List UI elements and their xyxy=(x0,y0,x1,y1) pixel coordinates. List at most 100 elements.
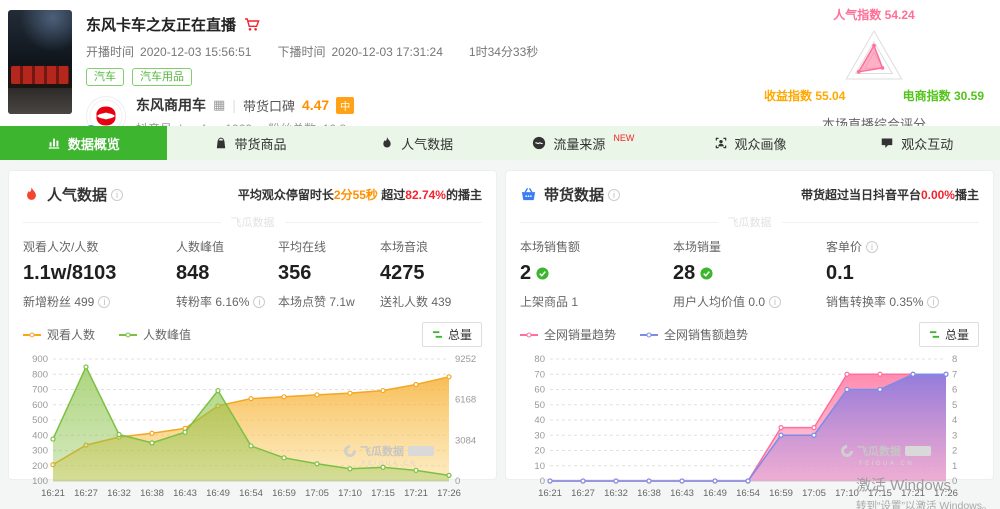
panel-summary: 平均观众停留时长2分55秒 超过82.74%的播主 xyxy=(238,186,482,203)
basket-icon xyxy=(520,186,537,203)
check-icon xyxy=(700,267,713,280)
new-badge: NEW xyxy=(613,133,634,143)
popularity-trend-chart[interactable]: 1002003004005006007008009000308461689252… xyxy=(17,349,489,503)
tab-goods[interactable]: 带货商品 xyxy=(167,126,334,160)
svg-text:17:21: 17:21 xyxy=(404,488,428,499)
svg-text:6168: 6168 xyxy=(455,395,476,406)
svg-text:16:32: 16:32 xyxy=(107,488,131,499)
svg-text:200: 200 xyxy=(32,461,48,472)
info-icon[interactable] xyxy=(111,189,123,201)
radar-chart xyxy=(814,25,934,91)
svg-text:1: 1 xyxy=(952,461,957,472)
stat-label: 本场销量 xyxy=(673,238,826,255)
koubei-label: 带货口碑 xyxy=(243,96,295,115)
svg-text:16:54: 16:54 xyxy=(736,488,760,499)
radar-metric-value: 55.04 xyxy=(815,89,845,103)
svg-text:17:15: 17:15 xyxy=(371,488,395,499)
windows-activation-watermark: 激活 Windows 转到“设置”以激活 Windows。 xyxy=(856,474,993,509)
svg-text:3: 3 xyxy=(952,430,957,441)
end-time-label: 下播时间 xyxy=(277,43,325,60)
legend-item[interactable]: 全网销量趋势 xyxy=(520,326,616,343)
tab-popularity[interactable]: 人气数据 xyxy=(333,126,500,160)
svg-text:16:27: 16:27 xyxy=(571,488,595,499)
tab-audience[interactable]: 观众画像 xyxy=(667,126,834,160)
stream-thumbnail xyxy=(8,10,72,114)
koubei-score: 4.47 xyxy=(302,97,329,113)
svg-text:16:59: 16:59 xyxy=(272,488,296,499)
svg-text:80: 80 xyxy=(534,354,545,365)
svg-text:60: 60 xyxy=(534,385,545,396)
radar-metric-value: 30.59 xyxy=(954,89,984,103)
svg-text:16:21: 16:21 xyxy=(41,488,65,499)
stat-label: 本场音浪 xyxy=(380,238,482,255)
svg-text:16:38: 16:38 xyxy=(140,488,164,499)
info-icon[interactable] xyxy=(98,296,110,308)
flame-icon xyxy=(23,186,40,203)
stat-value: 356 xyxy=(278,262,380,285)
svg-text:30: 30 xyxy=(534,430,545,441)
qr-code-icon[interactable]: ▦ xyxy=(213,97,225,113)
thumbnail-road xyxy=(8,88,72,114)
svg-text:8: 8 xyxy=(952,354,957,365)
legend-label: 全网销量趋势 xyxy=(544,326,616,343)
stat-column: 平均在线356本场点赞 7.1w xyxy=(278,238,380,310)
legend-marker-icon xyxy=(23,334,41,336)
svg-text:16:43: 16:43 xyxy=(670,488,694,499)
svg-text:16:54: 16:54 xyxy=(239,488,263,499)
koubei-level-badge: 中 xyxy=(336,97,354,114)
svg-text:16:32: 16:32 xyxy=(604,488,628,499)
stat-value: 0.1 xyxy=(826,262,979,285)
legend-label: 全网销售额趋势 xyxy=(664,326,748,343)
traffic-icon xyxy=(532,136,546,150)
total-toggle-icon xyxy=(929,329,940,340)
svg-text:7: 7 xyxy=(952,369,957,380)
total-toggle-button[interactable]: 总量 xyxy=(422,322,482,347)
tab-traffic[interactable]: 流量来源NEW xyxy=(500,126,667,160)
svg-text:17:10: 17:10 xyxy=(338,488,362,499)
info-icon[interactable] xyxy=(253,296,265,308)
end-time-value: 2020-12-03 17:31:24 xyxy=(331,45,442,59)
cart-icon xyxy=(244,17,260,32)
tab-overview[interactable]: 数据概览 xyxy=(0,126,167,160)
legend-label: 观看人数 xyxy=(47,326,95,343)
page-title: 东风卡车之友正在直播 xyxy=(86,14,236,35)
svg-text:17:10: 17:10 xyxy=(835,488,859,499)
legend-item[interactable]: 观看人数 xyxy=(23,326,95,343)
overall-score-radar: 人气指数 54.24 收益指数 55.04 电商指数 30.59 本场直播综合评… xyxy=(764,6,984,133)
series-area xyxy=(550,374,946,481)
thumbnail-sky xyxy=(8,10,72,50)
stat-sub: 送礼人数 439 xyxy=(380,293,482,310)
svg-text:800: 800 xyxy=(32,369,48,380)
stat-sub: 上架商品 1 xyxy=(520,293,673,310)
stat-label: 本场销售额 xyxy=(520,238,673,255)
svg-text:16:43: 16:43 xyxy=(173,488,197,499)
category-tag[interactable]: 汽车 xyxy=(86,68,124,86)
stat-sub: 转粉率 6.16% xyxy=(176,293,278,310)
tab-label: 观众画像 xyxy=(735,134,787,153)
stat-value: 4275 xyxy=(380,262,482,285)
svg-text:16:59: 16:59 xyxy=(769,488,793,499)
svg-text:500: 500 xyxy=(32,415,48,426)
stat-label: 平均在线 xyxy=(278,238,380,255)
legend-item[interactable]: 全网销售额趋势 xyxy=(640,326,748,343)
account-name[interactable]: 东风商用车 xyxy=(136,95,206,115)
radar-metric-label: 电商指数 xyxy=(903,89,951,103)
stat-value: 1.1w/8103 xyxy=(23,262,176,285)
tab-label: 带货商品 xyxy=(235,134,287,153)
svg-text:70: 70 xyxy=(534,369,545,380)
chart-legend: 全网销量趋势 全网销售额趋势 xyxy=(520,326,772,343)
info-icon[interactable] xyxy=(866,241,878,253)
stat-column: 人数峰值848转粉率 6.16% xyxy=(176,238,278,310)
total-toggle-button[interactable]: 总量 xyxy=(919,322,979,347)
category-tag[interactable]: 汽车用品 xyxy=(132,68,192,86)
legend-item[interactable]: 人数峰值 xyxy=(119,326,191,343)
tab-label: 人气数据 xyxy=(401,134,453,153)
info-icon[interactable] xyxy=(927,296,939,308)
tab-interaction[interactable]: 观众互动 xyxy=(833,126,1000,160)
info-icon[interactable] xyxy=(769,296,781,308)
total-toggle-icon xyxy=(432,329,443,340)
stat-sub: 用户人均价值 0.0 xyxy=(673,293,826,310)
panel-summary: 带货超过当日抖音平台0.00%播主 xyxy=(801,186,979,203)
info-icon[interactable] xyxy=(608,189,620,201)
stat-value: 28 xyxy=(673,262,826,285)
